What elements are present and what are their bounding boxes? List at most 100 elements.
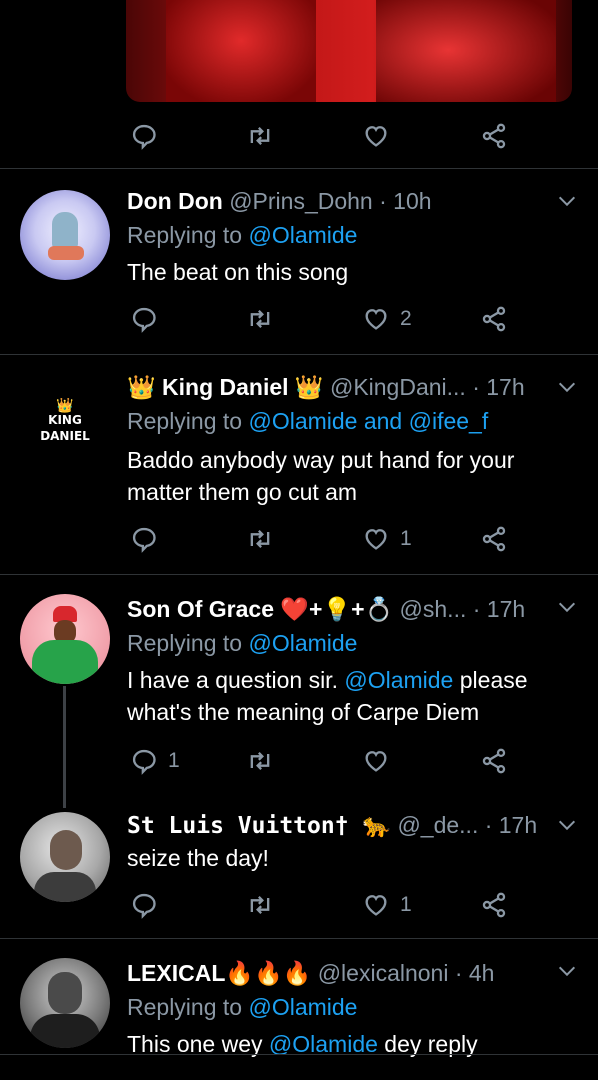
replying-mention[interactable]: @Olamide bbox=[248, 630, 357, 656]
tweet-menu-button[interactable] bbox=[556, 376, 578, 398]
tweet-reply[interactable]: 👑 KING DANIEL 👑 King Daniel 👑 @KingDani.… bbox=[0, 354, 598, 574]
avatar-body bbox=[30, 1014, 100, 1048]
media-figure-left bbox=[166, 0, 316, 102]
reply-button[interactable] bbox=[130, 304, 168, 334]
like-count: 1 bbox=[400, 893, 412, 916]
handle-time: @_de... · 17h bbox=[397, 812, 538, 838]
display-name[interactable]: LEXICAL🔥🔥🔥 bbox=[127, 960, 311, 986]
reply-button[interactable] bbox=[130, 890, 168, 920]
replying-to: Replying to @Olamide bbox=[127, 992, 357, 1022]
avatar[interactable] bbox=[20, 958, 110, 1048]
like-button[interactable] bbox=[362, 121, 400, 151]
share-icon bbox=[482, 892, 506, 918]
tweet-reply[interactable]: St Luis Vuitton† 🐆 @_de... · 17h seize t… bbox=[0, 800, 598, 938]
replying-prefix: Replying to bbox=[127, 630, 249, 656]
reply-count: 1 bbox=[168, 749, 180, 772]
like-icon bbox=[365, 126, 387, 147]
replying-mention[interactable]: @Olamide bbox=[248, 222, 357, 248]
retweet-button[interactable] bbox=[246, 746, 284, 776]
tweet-text: Baddo anybody way put hand for your matt… bbox=[127, 447, 515, 505]
retweet-icon bbox=[250, 752, 270, 770]
avatar-figure bbox=[52, 212, 78, 248]
chevron-down-icon bbox=[558, 602, 576, 613]
tweet-menu-button[interactable] bbox=[556, 960, 578, 982]
retweet-button[interactable] bbox=[246, 304, 284, 334]
retweet-icon bbox=[250, 127, 270, 145]
handle-time: @Prins_Dohn · 10h bbox=[229, 188, 432, 214]
like-button[interactable]: 2 bbox=[362, 304, 412, 334]
avatar-face bbox=[50, 830, 82, 870]
replying-mention[interactable]: @Olamide and @ifee_f bbox=[248, 408, 488, 434]
like-icon bbox=[365, 751, 387, 772]
retweet-icon bbox=[250, 310, 270, 328]
tweet-menu-button[interactable] bbox=[556, 814, 578, 836]
replying-to: Replying to @Olamide bbox=[127, 628, 357, 658]
tweet-text: seize the day! bbox=[127, 845, 269, 871]
retweet-button[interactable] bbox=[246, 524, 284, 554]
media-figure-right bbox=[376, 0, 556, 102]
retweet-icon bbox=[250, 530, 270, 548]
tweet-menu-button[interactable] bbox=[556, 190, 578, 212]
tweet-menu-button[interactable] bbox=[556, 596, 578, 618]
replying-prefix: Replying to bbox=[127, 994, 249, 1020]
chevron-down-icon bbox=[558, 820, 576, 831]
tweet-text: The beat on this song bbox=[127, 259, 349, 285]
avatar[interactable] bbox=[20, 190, 110, 280]
like-icon bbox=[365, 309, 387, 330]
like-icon bbox=[365, 895, 387, 916]
reply-icon bbox=[132, 307, 156, 333]
share-button[interactable] bbox=[480, 121, 508, 151]
like-button[interactable]: 1 bbox=[362, 890, 412, 920]
share-button[interactable] bbox=[480, 746, 508, 776]
avatar-crown: 👑 bbox=[56, 397, 74, 413]
share-button[interactable] bbox=[480, 524, 508, 554]
tweet-header: Son Of Grace ❤️+💡+💍 @sh... · 17h bbox=[127, 594, 525, 624]
reply-button[interactable] bbox=[130, 524, 168, 554]
display-name[interactable]: Don Don bbox=[127, 188, 223, 214]
chevron-down-icon bbox=[558, 196, 576, 207]
display-name[interactable]: St Luis Vuitton† 🐆 bbox=[127, 813, 391, 839]
avatar[interactable]: 👑 KING DANIEL bbox=[20, 376, 110, 466]
display-name[interactable]: 👑 King Daniel 👑 bbox=[127, 374, 324, 400]
tweet-text: I have a question sir. @Olamide please w… bbox=[127, 664, 567, 728]
like-count: 2 bbox=[400, 307, 412, 330]
share-button[interactable] bbox=[480, 304, 508, 334]
tweet-header: LEXICAL🔥🔥🔥 @lexicalnoni · 4h bbox=[127, 958, 494, 988]
tweet-reply[interactable]: Don Don @Prins_Dohn · 10h Replying to @O… bbox=[0, 168, 598, 354]
share-button[interactable] bbox=[480, 890, 508, 920]
replying-to: Replying to @Olamide bbox=[127, 220, 357, 250]
tweet-media-image[interactable] bbox=[126, 0, 572, 102]
reply-icon bbox=[132, 749, 156, 775]
avatar-text-line1: KING bbox=[48, 413, 82, 427]
share-icon bbox=[482, 748, 506, 774]
top-tweet-actions bbox=[0, 121, 598, 151]
tweet-header: Don Don @Prins_Dohn · 10h bbox=[127, 186, 432, 216]
replying-prefix: Replying to bbox=[127, 408, 249, 434]
avatar[interactable] bbox=[20, 812, 110, 902]
reply-icon bbox=[132, 893, 156, 919]
reply-icon bbox=[132, 124, 156, 150]
avatar-jacket bbox=[32, 640, 98, 684]
tweet-actions: 1 bbox=[0, 746, 598, 776]
like-button[interactable] bbox=[362, 746, 400, 776]
replying-mention[interactable]: @Olamide bbox=[248, 994, 357, 1020]
avatar[interactable] bbox=[20, 594, 110, 684]
tweet-mention[interactable]: @Olamide bbox=[344, 667, 453, 693]
like-button[interactable]: 1 bbox=[362, 524, 412, 554]
replying-prefix: Replying to bbox=[127, 222, 249, 248]
avatar-face bbox=[48, 972, 82, 1014]
tweet-reply[interactable]: Son Of Grace ❤️+💡+💍 @sh... · 17h Replyin… bbox=[0, 574, 598, 808]
like-count: 1 bbox=[400, 527, 412, 550]
tweet-reply[interactable]: LEXICAL🔥🔥🔥 @lexicalnoni · 4h Replying to… bbox=[0, 938, 598, 1080]
reply-button[interactable]: 1 bbox=[130, 746, 180, 776]
reply-button[interactable] bbox=[130, 121, 168, 151]
retweet-button[interactable] bbox=[246, 121, 284, 151]
bottom-divider bbox=[0, 1054, 598, 1055]
share-icon bbox=[482, 526, 506, 552]
reply-icon bbox=[132, 527, 156, 553]
chevron-down-icon bbox=[558, 966, 576, 977]
retweet-button[interactable] bbox=[246, 890, 284, 920]
avatar-text-line2: DANIEL bbox=[40, 429, 90, 443]
display-name[interactable]: Son Of Grace ❤️+💡+💍 bbox=[127, 596, 393, 622]
tweet-header: 👑 King Daniel 👑 @KingDani... · 17h bbox=[127, 372, 525, 402]
